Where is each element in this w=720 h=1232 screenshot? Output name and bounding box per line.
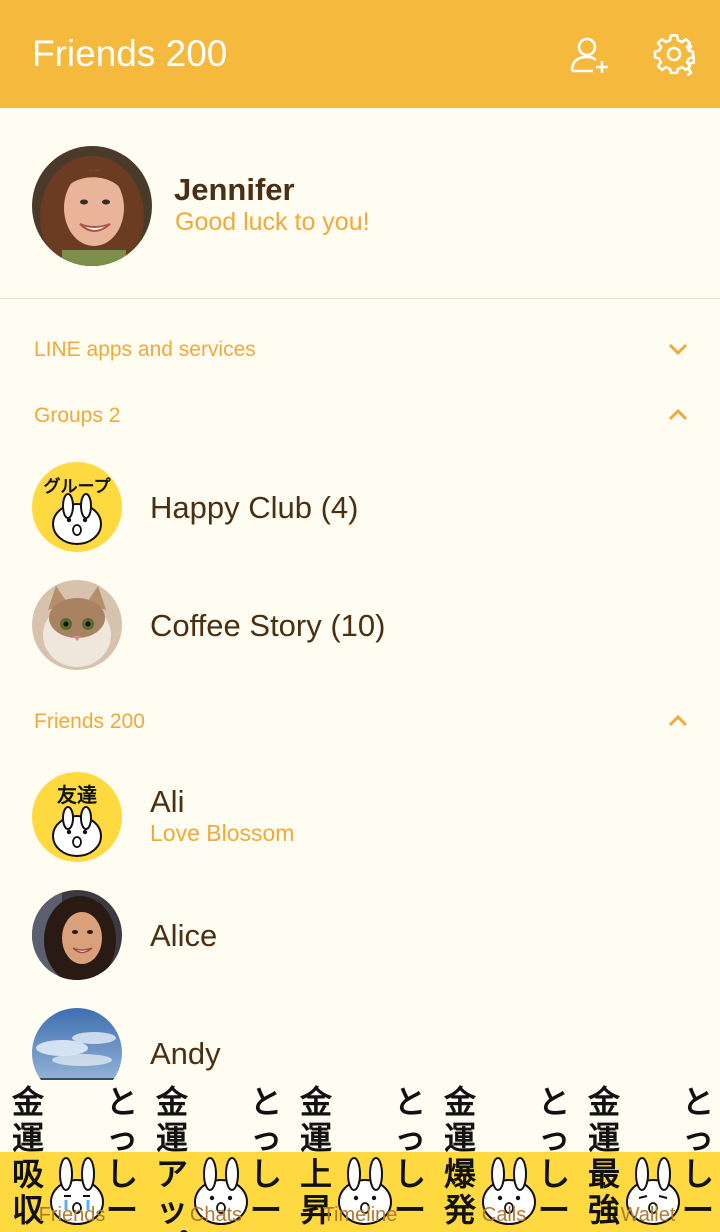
tab-wallet[interactable]: 金運最強 とっしー Wallet bbox=[576, 1080, 720, 1232]
profile-name: Jennifer bbox=[174, 172, 295, 207]
tab-calls[interactable]: 金運爆発 とっしー Calls bbox=[432, 1080, 576, 1232]
group-name: Happy Club (4) bbox=[150, 490, 359, 525]
chevron-down-icon bbox=[668, 343, 688, 356]
chevron-up-icon bbox=[668, 714, 688, 727]
avatar: 友達 bbox=[32, 772, 122, 862]
tab-label: Wallet bbox=[620, 1204, 676, 1226]
group-avatar: グループ bbox=[32, 462, 122, 552]
add-person-icon bbox=[570, 37, 608, 73]
section-label: Friends 200 bbox=[34, 710, 145, 733]
friend-status: Love Blossom bbox=[150, 820, 295, 846]
chevron-up-icon bbox=[668, 408, 688, 421]
my-profile[interactable]: Jennifer Good luck to you! bbox=[0, 108, 720, 299]
section-groups[interactable]: Groups 2 bbox=[0, 384, 720, 448]
friend-name: Andy bbox=[150, 1036, 221, 1071]
svg-text:友達: 友達 bbox=[57, 783, 97, 807]
friend-row-ali[interactable]: 友達 Ali Love Blossom bbox=[0, 758, 720, 876]
section-apps-services[interactable]: LINE apps and services bbox=[0, 318, 720, 382]
page-title: Friends 200 bbox=[32, 33, 228, 74]
group-row-happy-club[interactable]: グループ Happy Club (4) bbox=[0, 448, 720, 566]
tab-label: Chats bbox=[189, 1204, 243, 1226]
svg-text:グループ: グループ bbox=[44, 476, 112, 497]
tab-label: Timeline bbox=[322, 1204, 398, 1226]
section-friends[interactable]: Friends 200 bbox=[0, 690, 720, 754]
settings-button[interactable] bbox=[653, 34, 696, 77]
bottom-tab-bar: 金運吸収 とっしー Friends 金運アップ とっしー Chats 金運上昇 … bbox=[0, 1080, 720, 1232]
header-bar: Friends 200 bbox=[0, 0, 720, 108]
group-name: Coffee Story (10) bbox=[150, 608, 386, 643]
tab-label: Friends bbox=[38, 1204, 106, 1226]
avatar bbox=[32, 146, 152, 266]
gear-icon bbox=[653, 34, 696, 77]
tab-label: Calls bbox=[481, 1204, 527, 1226]
section-label: Groups 2 bbox=[34, 404, 121, 427]
tab-chats[interactable]: 金運アップ とっしー Chats bbox=[144, 1080, 288, 1232]
profile-status: Good luck to you! bbox=[175, 208, 370, 236]
group-avatar bbox=[32, 580, 122, 670]
section-label: LINE apps and services bbox=[34, 338, 256, 361]
tab-friends[interactable]: 金運吸収 とっしー Friends bbox=[0, 1080, 144, 1232]
friend-name: Ali bbox=[150, 784, 185, 819]
friend-name: Alice bbox=[150, 918, 218, 953]
avatar bbox=[32, 890, 122, 980]
group-row-coffee-story[interactable]: Coffee Story (10) bbox=[0, 566, 720, 684]
add-friend-button[interactable] bbox=[569, 34, 611, 76]
friend-row-alice[interactable]: Alice bbox=[0, 876, 720, 994]
tab-timeline[interactable]: 金運上昇 とっしー Timeline bbox=[288, 1080, 432, 1232]
